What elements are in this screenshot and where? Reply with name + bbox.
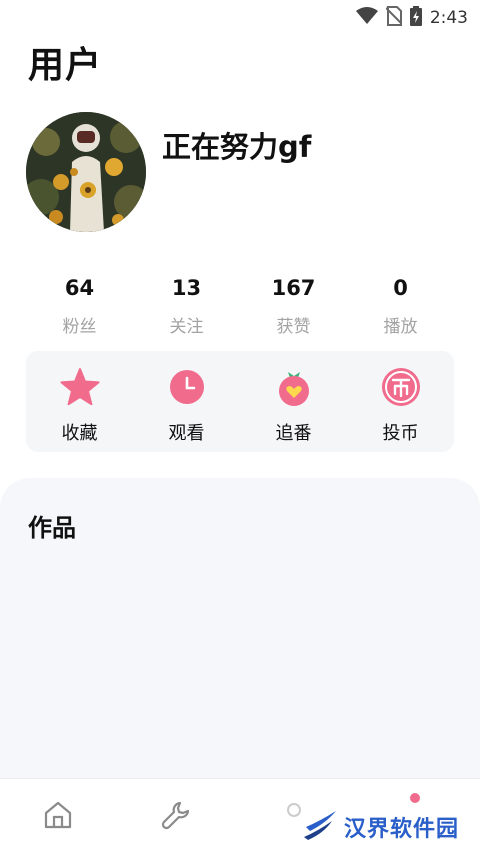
action-label: 观看	[168, 423, 205, 444]
strawberry-heart-icon	[272, 365, 316, 409]
notification-dot	[410, 793, 420, 803]
clock-icon	[165, 365, 209, 409]
stat-likes[interactable]: 167 获赞	[240, 276, 347, 337]
coin-icon	[379, 365, 423, 409]
watermark-logo-icon	[302, 809, 338, 845]
stat-plays[interactable]: 0 播放	[347, 276, 454, 337]
favorites-button[interactable]: 收藏	[26, 351, 133, 452]
battery-icon	[409, 6, 422, 30]
star-icon	[58, 365, 102, 409]
status-time: 2:43	[429, 8, 468, 28]
works-title: 作品	[28, 514, 76, 542]
stat-label: 关注	[169, 317, 204, 337]
status-icons: 2:43	[355, 6, 468, 30]
home-icon	[42, 799, 74, 835]
no-sim-icon	[385, 6, 403, 30]
nav-tools[interactable]	[158, 799, 194, 835]
coins-button[interactable]: 投币	[347, 351, 454, 452]
stat-value: 0	[393, 276, 408, 300]
wifi-icon	[355, 7, 378, 29]
watermark-text: 汉界软件园	[344, 817, 460, 842]
action-label: 收藏	[61, 423, 98, 444]
page-title: 用户	[28, 45, 103, 86]
history-button[interactable]: 观看	[133, 351, 240, 452]
action-label: 投币	[382, 423, 419, 444]
stat-value: 64	[64, 276, 95, 300]
avatar[interactable]	[26, 112, 146, 232]
stat-label: 播放	[383, 317, 418, 337]
status-bar: 2:43	[0, 0, 480, 32]
stat-value: 167	[271, 276, 316, 300]
watermark: 汉界软件园	[302, 809, 459, 845]
bottom-nav: 汉界软件园	[0, 778, 480, 853]
stats-row: 64 粉丝 13 关注 167 获赞 0 播放	[26, 276, 454, 337]
follow-series-button[interactable]: 追番	[240, 351, 347, 452]
stat-label: 获赞	[276, 317, 311, 337]
stat-value: 13	[171, 276, 202, 300]
stat-label: 粉丝	[62, 317, 97, 337]
action-panel: 收藏 观看 追番 投币	[26, 351, 454, 452]
stat-following[interactable]: 13 关注	[133, 276, 240, 337]
wrench-icon	[160, 799, 192, 835]
username: 正在努力gf	[162, 130, 312, 164]
nav-home[interactable]	[40, 799, 76, 835]
works-section: 作品	[0, 478, 480, 798]
stat-fans[interactable]: 64 粉丝	[26, 276, 133, 337]
action-label: 追番	[275, 423, 312, 444]
